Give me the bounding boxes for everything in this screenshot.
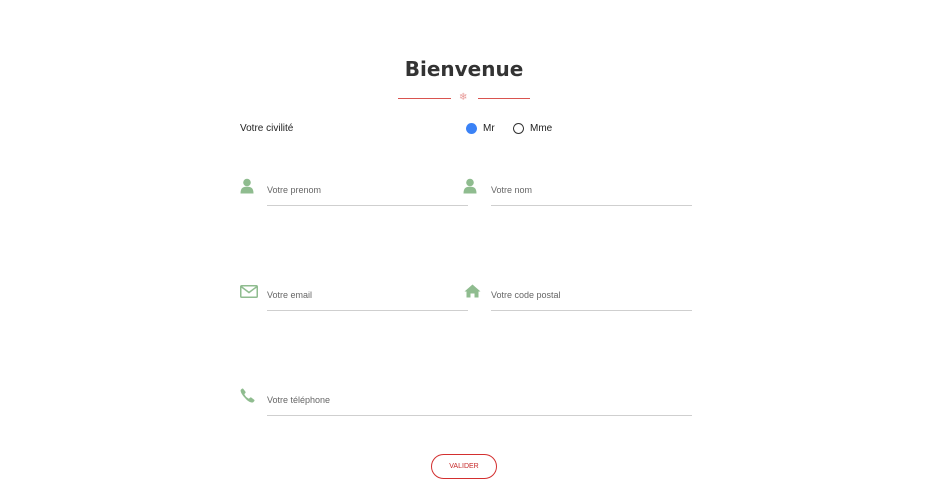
submit-button[interactable]: VALIDER bbox=[431, 454, 497, 479]
prenom-underline bbox=[267, 205, 468, 206]
code-postal-underline bbox=[491, 310, 692, 311]
radio-mme[interactable] bbox=[513, 123, 524, 134]
civility-label: Votre civilité bbox=[240, 123, 294, 134]
code-postal-field[interactable]: Votre code postal bbox=[491, 290, 561, 300]
email-field[interactable]: Votre email bbox=[267, 290, 312, 300]
user-icon bbox=[463, 178, 479, 194]
title-divider-right bbox=[478, 98, 530, 99]
nom-underline bbox=[491, 205, 692, 206]
prenom-field[interactable]: Votre prenom bbox=[267, 185, 321, 195]
envelope-icon bbox=[240, 285, 258, 298]
radio-mr[interactable] bbox=[466, 123, 477, 134]
snowflake-icon: ❄ bbox=[459, 92, 468, 103]
radio-mr-label: Mr bbox=[483, 123, 495, 134]
phone-icon bbox=[240, 388, 255, 403]
page-title: Bienvenue bbox=[404, 57, 524, 81]
nom-field[interactable]: Votre nom bbox=[491, 185, 532, 195]
telephone-underline bbox=[267, 415, 692, 416]
home-icon bbox=[464, 284, 481, 298]
title-divider-left bbox=[398, 98, 451, 99]
user-icon bbox=[240, 178, 256, 194]
email-underline bbox=[267, 310, 468, 311]
telephone-field[interactable]: Votre téléphone bbox=[267, 395, 330, 405]
radio-mme-label: Mme bbox=[530, 123, 553, 134]
